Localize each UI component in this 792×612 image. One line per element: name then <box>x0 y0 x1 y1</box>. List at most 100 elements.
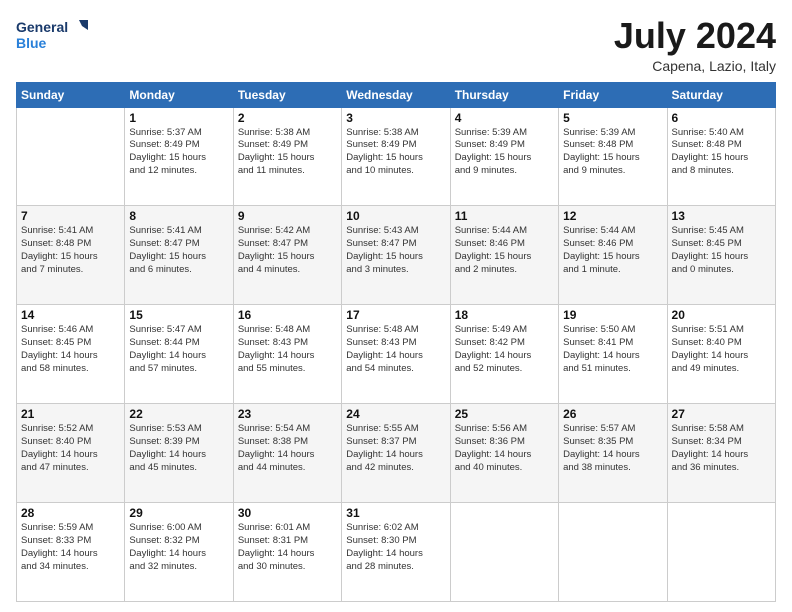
day-number: 2 <box>238 111 337 125</box>
day-number: 18 <box>455 308 554 322</box>
day-number: 1 <box>129 111 228 125</box>
calendar-cell: 17 Sunrise: 5:48 AM Sunset: 8:43 PM Dayli… <box>342 305 450 404</box>
day-info: Sunrise: 5:39 AM Sunset: 8:48 PM Dayligh… <box>563 127 662 178</box>
calendar-cell: 15 Sunrise: 5:47 AM Sunset: 8:44 PM Dayli… <box>125 305 233 404</box>
day-info: Sunrise: 5:41 AM Sunset: 8:47 PM Dayligh… <box>129 225 228 276</box>
day-info: Sunrise: 5:45 AM Sunset: 8:45 PM Dayligh… <box>672 225 771 276</box>
day-number: 14 <box>21 308 120 322</box>
day-info: Sunrise: 5:57 AM Sunset: 8:35 PM Dayligh… <box>563 423 662 474</box>
day-number: 20 <box>672 308 771 322</box>
calendar-cell: 2Sunrise: 5:38 AM Sunset: 8:49 PM Daylig… <box>233 107 341 206</box>
calendar-cell: 24 Sunrise: 5:55 AM Sunset: 8:37 PM Dayli… <box>342 404 450 503</box>
day-info: Sunrise: 5:48 AM Sunset: 8:43 PM Dayligh… <box>238 324 337 375</box>
svg-text:General: General <box>16 19 68 35</box>
day-info: Sunrise: 5:47 AM Sunset: 8:44 PM Dayligh… <box>129 324 228 375</box>
day-info: Sunrise: 5:39 AM Sunset: 8:49 PM Dayligh… <box>455 127 554 178</box>
day-number: 8 <box>129 209 228 223</box>
day-number: 16 <box>238 308 337 322</box>
calendar-cell: 20Sunrise: 5:51 AM Sunset: 8:40 PM Dayli… <box>667 305 775 404</box>
day-info: Sunrise: 5:44 AM Sunset: 8:46 PM Dayligh… <box>563 225 662 276</box>
calendar-cell: 30 Sunrise: 6:01 AM Sunset: 8:31 PM Dayli… <box>233 503 341 602</box>
col-sunday: Sunday <box>17 82 125 107</box>
day-info: Sunrise: 5:56 AM Sunset: 8:36 PM Dayligh… <box>455 423 554 474</box>
calendar-cell: 21 Sunrise: 5:52 AM Sunset: 8:40 PM Dayli… <box>17 404 125 503</box>
calendar-cell <box>559 503 667 602</box>
day-number: 30 <box>238 506 337 520</box>
calendar-cell: 7 Sunrise: 5:41 AM Sunset: 8:48 PM Daylig… <box>17 206 125 305</box>
day-info: Sunrise: 5:44 AM Sunset: 8:46 PM Dayligh… <box>455 225 554 276</box>
day-number: 12 <box>563 209 662 223</box>
calendar-cell: 23 Sunrise: 5:54 AM Sunset: 8:38 PM Dayli… <box>233 404 341 503</box>
col-friday: Friday <box>559 82 667 107</box>
calendar-cell: 19 Sunrise: 5:50 AM Sunset: 8:41 PM Dayli… <box>559 305 667 404</box>
calendar-cell: 13 Sunrise: 5:45 AM Sunset: 8:45 PM Dayli… <box>667 206 775 305</box>
calendar-cell <box>667 503 775 602</box>
day-info: Sunrise: 5:37 AM Sunset: 8:49 PM Dayligh… <box>129 127 228 178</box>
day-info: Sunrise: 5:52 AM Sunset: 8:40 PM Dayligh… <box>21 423 120 474</box>
month-title: July 2024 <box>614 16 776 56</box>
day-info: Sunrise: 5:54 AM Sunset: 8:38 PM Dayligh… <box>238 423 337 474</box>
day-number: 27 <box>672 407 771 421</box>
day-number: 10 <box>346 209 445 223</box>
day-number: 15 <box>129 308 228 322</box>
day-number: 13 <box>672 209 771 223</box>
calendar-cell: 10Sunrise: 5:43 AM Sunset: 8:47 PM Dayli… <box>342 206 450 305</box>
calendar-cell <box>450 503 558 602</box>
day-info: Sunrise: 5:41 AM Sunset: 8:48 PM Dayligh… <box>21 225 120 276</box>
day-number: 6 <box>672 111 771 125</box>
day-number: 17 <box>346 308 445 322</box>
day-info: Sunrise: 6:02 AM Sunset: 8:30 PM Dayligh… <box>346 522 445 573</box>
col-tuesday: Tuesday <box>233 82 341 107</box>
calendar-header-row: Sunday Monday Tuesday Wednesday Thursday… <box>17 82 776 107</box>
calendar-week-row: 14 Sunrise: 5:46 AM Sunset: 8:45 PM Dayli… <box>17 305 776 404</box>
calendar-cell: 31Sunrise: 6:02 AM Sunset: 8:30 PM Dayli… <box>342 503 450 602</box>
calendar-cell: 29Sunrise: 6:00 AM Sunset: 8:32 PM Dayli… <box>125 503 233 602</box>
day-info: Sunrise: 5:48 AM Sunset: 8:43 PM Dayligh… <box>346 324 445 375</box>
calendar-table: Sunday Monday Tuesday Wednesday Thursday… <box>16 82 776 602</box>
day-info: Sunrise: 5:55 AM Sunset: 8:37 PM Dayligh… <box>346 423 445 474</box>
day-number: 25 <box>455 407 554 421</box>
day-number: 7 <box>21 209 120 223</box>
calendar-cell: 25 Sunrise: 5:56 AM Sunset: 8:36 PM Dayli… <box>450 404 558 503</box>
day-number: 19 <box>563 308 662 322</box>
calendar-cell: 6Sunrise: 5:40 AM Sunset: 8:48 PM Daylig… <box>667 107 775 206</box>
day-number: 29 <box>129 506 228 520</box>
col-thursday: Thursday <box>450 82 558 107</box>
day-number: 11 <box>455 209 554 223</box>
col-saturday: Saturday <box>667 82 775 107</box>
calendar-cell: 14 Sunrise: 5:46 AM Sunset: 8:45 PM Dayli… <box>17 305 125 404</box>
day-number: 5 <box>563 111 662 125</box>
day-number: 22 <box>129 407 228 421</box>
day-info: Sunrise: 5:38 AM Sunset: 8:49 PM Dayligh… <box>346 127 445 178</box>
calendar-week-row: 21 Sunrise: 5:52 AM Sunset: 8:40 PM Dayli… <box>17 404 776 503</box>
calendar-week-row: 7 Sunrise: 5:41 AM Sunset: 8:48 PM Daylig… <box>17 206 776 305</box>
calendar-cell: 28Sunrise: 5:59 AM Sunset: 8:33 PM Dayli… <box>17 503 125 602</box>
day-number: 23 <box>238 407 337 421</box>
calendar-cell: 3 Sunrise: 5:38 AM Sunset: 8:49 PM Daylig… <box>342 107 450 206</box>
calendar-cell: 1 Sunrise: 5:37 AM Sunset: 8:49 PM Daylig… <box>125 107 233 206</box>
logo: General Blue <box>16 16 96 54</box>
day-info: Sunrise: 5:50 AM Sunset: 8:41 PM Dayligh… <box>563 324 662 375</box>
col-wednesday: Wednesday <box>342 82 450 107</box>
day-number: 9 <box>238 209 337 223</box>
page: General Blue July 2024 Capena, Lazio, It… <box>0 0 792 612</box>
day-number: 3 <box>346 111 445 125</box>
calendar-cell <box>17 107 125 206</box>
svg-text:Blue: Blue <box>16 35 47 51</box>
day-number: 21 <box>21 407 120 421</box>
calendar-cell: 9Sunrise: 5:42 AM Sunset: 8:47 PM Daylig… <box>233 206 341 305</box>
day-info: Sunrise: 5:58 AM Sunset: 8:34 PM Dayligh… <box>672 423 771 474</box>
day-number: 26 <box>563 407 662 421</box>
title-block: July 2024 Capena, Lazio, Italy <box>614 16 776 74</box>
day-info: Sunrise: 6:01 AM Sunset: 8:31 PM Dayligh… <box>238 522 337 573</box>
header: General Blue July 2024 Capena, Lazio, It… <box>16 16 776 74</box>
calendar-cell: 8 Sunrise: 5:41 AM Sunset: 8:47 PM Daylig… <box>125 206 233 305</box>
calendar-cell: 18Sunrise: 5:49 AM Sunset: 8:42 PM Dayli… <box>450 305 558 404</box>
calendar-cell: 5 Sunrise: 5:39 AM Sunset: 8:48 PM Daylig… <box>559 107 667 206</box>
subtitle: Capena, Lazio, Italy <box>614 58 776 74</box>
day-info: Sunrise: 5:53 AM Sunset: 8:39 PM Dayligh… <box>129 423 228 474</box>
day-number: 24 <box>346 407 445 421</box>
day-info: Sunrise: 5:46 AM Sunset: 8:45 PM Dayligh… <box>21 324 120 375</box>
calendar-cell: 4Sunrise: 5:39 AM Sunset: 8:49 PM Daylig… <box>450 107 558 206</box>
calendar-week-row: 28Sunrise: 5:59 AM Sunset: 8:33 PM Dayli… <box>17 503 776 602</box>
